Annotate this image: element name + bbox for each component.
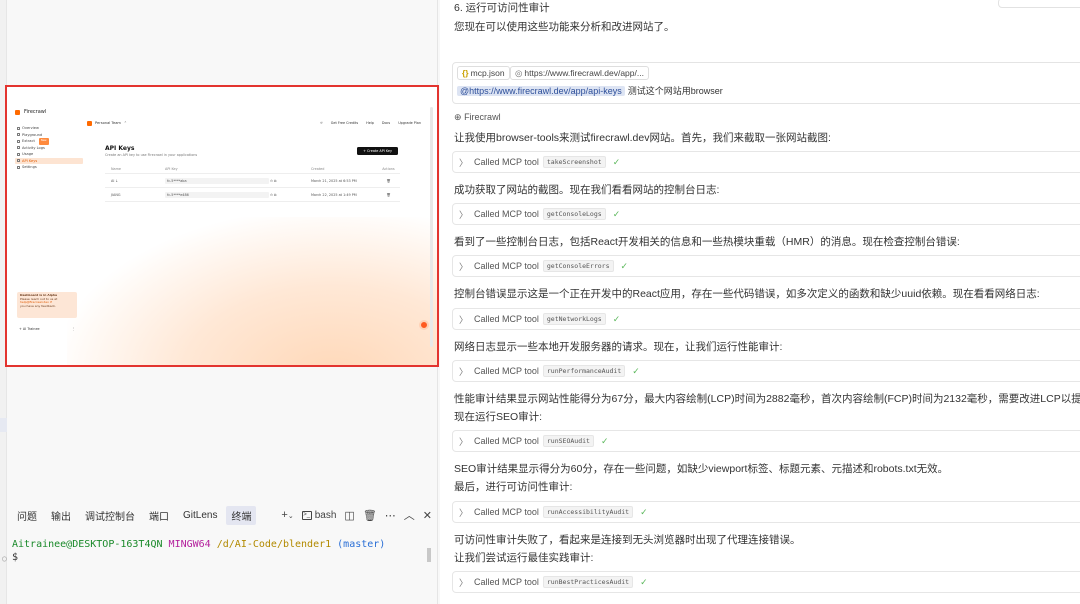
tab-ports[interactable]: 端口 [144, 506, 174, 525]
assistant-text: 让我使用browser-tools来测试firecrawl.dev网站。首先，我… [454, 132, 831, 144]
preview-link-upgrade: Upgrade Plan [398, 121, 421, 125]
mcp-call[interactable]: 〉 Called MCP tool getConsoleErrors ✓ [452, 255, 1080, 277]
terminal-shell-selector[interactable]: >_ bash [301, 510, 336, 521]
plus-icon[interactable]: +⌄ [281, 509, 293, 521]
preview-link-docs: Docs [381, 121, 391, 125]
maximize-icon[interactable]: ︿ [404, 507, 415, 523]
check-icon: ✓ [620, 260, 629, 271]
close-icon[interactable]: ✕ [423, 509, 432, 522]
assistant-text: 性能审计结果显示网站性能得分为67分，最大内容绘制(LCP)时间为2882毫秒，… [454, 393, 1080, 405]
assistant-text: 控制台错误显示这是一个正在开发中的React应用，存在一些代码错误，如多次定义的… [454, 288, 1040, 300]
preview-main: API Keys Create an API key to use Firecr… [105, 145, 400, 225]
tab-terminal[interactable]: 终端 [226, 505, 257, 525]
chevron-right-icon: 〉 [459, 366, 469, 377]
json-icon: {} [462, 68, 469, 78]
preview-table-header: Name API Key Created Actions [105, 165, 400, 174]
chevron-right-icon: 〉 [459, 261, 469, 272]
split-icon[interactable]: ◫ [344, 509, 354, 522]
firecrawl-logo-icon [15, 109, 20, 115]
preview-nav-settings: Settings [15, 164, 83, 171]
globe-icon: ⊕ [454, 112, 462, 122]
tab-gitlens[interactable]: GitLens [178, 508, 222, 523]
terminal-input-line: ○ $ [2, 552, 19, 563]
assistant-text: 成功获取了网站的截图。现在我们看看网站的控制台日志: [454, 184, 720, 196]
assistant-source: ⊕ Firecrawl [454, 112, 501, 122]
preview-table-row: AI ↓ fc-5****aba ⊙ ⧉ March 21, 2025 at 6… [105, 174, 400, 188]
chevron-right-icon: 〉 [459, 209, 469, 220]
preview-topbar: Personal Team ⌃ ☼ Get Free Credits Help D… [87, 119, 421, 127]
assistant-text: 现在运行SEO审计: [454, 411, 543, 423]
user-message-text: @https://www.firecrawl.dev/app/api-keys 测… [457, 85, 723, 98]
assistant-text: 可访问性审计失败了，看起来是连接到无头浏览器时出现了代理连接错误。 [454, 534, 801, 546]
chat-pane: 6. 运行可访问性审计 您现在可以使用这些功能来分析和改进网站了。 {} mcp.… [440, 0, 1080, 604]
link-icon: ◎ [515, 68, 523, 78]
mcp-call[interactable]: 〉 Called MCP tool runPerformanceAudit ✓ [452, 360, 1080, 382]
assistant-text: 看到了一些控制台日志，包括React开发相关的信息和一些热模块重载（HMR）的消… [454, 236, 960, 248]
mention-tag[interactable]: @https://www.firecrawl.dev/app/api-keys [457, 86, 625, 96]
assistant-text: 最后，进行可访问性审计: [454, 481, 573, 493]
mcp-call[interactable]: 〉 Called MCP tool getNetworkLogs ✓ [452, 308, 1080, 330]
mcp-call[interactable]: 〉 Called MCP tool runAccessibilityAudit ✓ [452, 501, 1080, 523]
preview-user: + AI Trainee ⋮ [19, 327, 75, 331]
chevron-right-icon: 〉 [459, 507, 469, 518]
check-icon: ✓ [600, 435, 609, 446]
preview-keys-table: Name API Key Created Actions AI ↓ fc-5**… [105, 165, 400, 202]
assistant-text: 网络日志显示一些本地开发服务器的请求。现在，让我们运行性能审计: [454, 341, 783, 353]
check-icon: ✓ [612, 313, 621, 324]
tab-output[interactable]: 输出 [46, 506, 76, 525]
panel-tabbar: 问题 输出 调试控制台 端口 GitLens 终端 +⌄ >_ bash ◫ 🗑 … [12, 505, 432, 525]
preview-table-row: JIANG fc-5****e486 ⊙ ⧉ March 22, 2025 at… [105, 188, 400, 202]
preview-alpha-promo: Dashboard is in Alpha Please reach out t… [17, 292, 77, 318]
chevron-right-icon: 〉 [459, 157, 469, 168]
chevron-right-icon: 〉 [459, 436, 469, 447]
chat-heading: 6. 运行可访问性审计 [454, 2, 550, 14]
preview-title: API Keys [105, 145, 135, 152]
terminal-prompt-line: Aitrainee@DESKTOP-163T4QN MINGW64 /d/AI-… [12, 539, 386, 550]
context-chip-file[interactable]: {} mcp.json [457, 66, 510, 80]
check-icon: ✓ [612, 156, 621, 167]
user-message: {} mcp.json ◎ https://www.firecrawl.dev/ap… [452, 62, 1080, 104]
mcp-call[interactable]: 〉 Called MCP tool getConsoleLogs ✓ [452, 203, 1080, 225]
preview-link-help: Help [366, 121, 374, 125]
context-chip-url[interactable]: ◎ https://www.firecrawl.dev/app/... [510, 66, 649, 80]
assistant-text: 让我们尝试运行最佳实践审计: [454, 552, 594, 564]
assistant-text: SEO审计结果显示得分为60分，存在一些问题，如缺少viewport标签、标题元… [454, 463, 949, 475]
preview-link-credits: Get Free Credits [330, 121, 359, 125]
preview-scrollbar [430, 107, 433, 347]
chat-top-box [998, 0, 1080, 8]
check-icon: ✓ [612, 208, 621, 219]
tab-problems[interactable]: 问题 [12, 506, 42, 525]
mcp-call[interactable]: 〉 Called MCP tool runBestPracticesAudit ✓ [452, 571, 1080, 593]
editor-left-pane: Firecrawl Overview Playground Extract New… [0, 0, 439, 604]
preview-logo: Firecrawl [15, 109, 83, 115]
chat-intro: 您现在可以使用这些功能来分析和改进网站了。 [454, 21, 675, 33]
check-icon: ✓ [632, 365, 640, 376]
trash-icon[interactable]: 🗑 [363, 509, 377, 522]
mcp-call[interactable]: 〉 Called MCP tool runSEOAudit ✓ [452, 430, 1080, 452]
preview-chat-fab-icon [419, 320, 429, 330]
preview-theme-icon: ☼ [319, 121, 323, 125]
preview-delete-icon: 🗑 [386, 178, 391, 183]
tab-debug-console[interactable]: 调试控制台 [80, 506, 140, 525]
preview-team-switcher: Personal Team ⌃ [87, 120, 127, 126]
chevron-right-icon: 〉 [459, 577, 469, 588]
preview-subtitle: Create an API key to use Firecrawl in yo… [105, 153, 198, 157]
preview-create-key-button: + Create API Key [357, 147, 398, 155]
mcp-call[interactable]: 〉 Called MCP tool takeScreenshot ✓ [452, 151, 1080, 173]
check-icon: ✓ [640, 506, 648, 517]
terminal-output[interactable]: Aitrainee@DESKTOP-163T4QN MINGW64 /d/AI-… [2, 538, 432, 564]
screenshot-preview: Firecrawl Overview Playground Extract New… [5, 85, 439, 367]
check-icon: ✓ [640, 576, 648, 587]
more-icon[interactable]: ⋯ [385, 509, 396, 522]
terminal-scrollbar[interactable] [427, 548, 431, 562]
chevron-right-icon: 〉 [459, 314, 469, 325]
terminal-icon: >_ [301, 510, 312, 520]
preview-delete-icon: 🗑 [386, 192, 391, 197]
